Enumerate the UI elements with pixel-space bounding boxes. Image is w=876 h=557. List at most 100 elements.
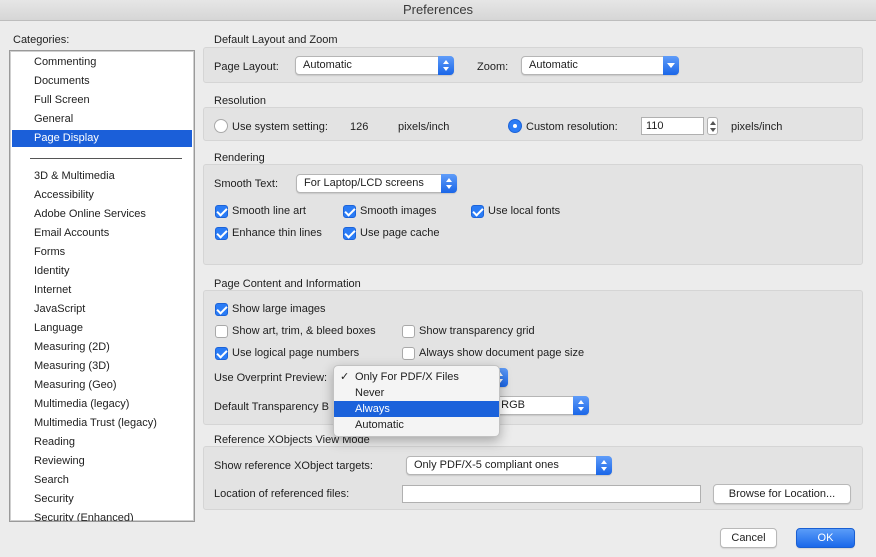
- category-commenting[interactable]: Commenting: [12, 54, 192, 71]
- use-logical-numbers-label: Use logical page numbers: [232, 347, 360, 359]
- panel-layout-zoom: Page Layout: Automatic Zoom: Automatic: [203, 47, 863, 83]
- category-forms[interactable]: Forms: [12, 244, 192, 261]
- cancel-button[interactable]: Cancel: [720, 528, 777, 548]
- enhance-thin-lines-checkbox[interactable]: [215, 227, 228, 240]
- category-measuring-3d[interactable]: Measuring (3D): [12, 358, 192, 375]
- category-adobe-online-services[interactable]: Adobe Online Services: [12, 206, 192, 223]
- menu-item-label: Automatic: [355, 419, 404, 431]
- smooth-line-art-checkbox[interactable]: [215, 205, 228, 218]
- smooth-images-label: Smooth images: [360, 205, 437, 217]
- smooth-text-popup[interactable]: For Laptop/LCD screens: [296, 174, 457, 193]
- overprint-preview-menu[interactable]: ✓ Only For PDF/X Files Never Always Auto…: [333, 365, 500, 437]
- category-page-display[interactable]: Page Display: [12, 130, 192, 147]
- category-3d-multimedia[interactable]: 3D & Multimedia: [12, 168, 192, 185]
- custom-resolution-radio[interactable]: [508, 119, 522, 133]
- category-measuring-geo[interactable]: Measuring (Geo): [12, 377, 192, 394]
- panel-xobjects: Show reference XObject targets: Only PDF…: [203, 446, 863, 510]
- browse-location-button[interactable]: Browse for Location...: [713, 484, 851, 504]
- use-local-fonts-label: Use local fonts: [488, 205, 561, 217]
- show-transparency-grid-checkbox[interactable]: [402, 325, 415, 338]
- ok-button[interactable]: OK: [796, 528, 855, 548]
- category-email-accounts[interactable]: Email Accounts: [12, 225, 192, 242]
- page-layout-popup[interactable]: Automatic: [295, 56, 454, 75]
- show-art-trim-checkbox[interactable]: [215, 325, 228, 338]
- show-large-images-checkbox[interactable]: [215, 303, 228, 316]
- menu-item-label: Always: [355, 403, 390, 415]
- menu-item-label: Only For PDF/X Files: [355, 371, 459, 383]
- section-title-layout-zoom: Default Layout and Zoom: [214, 34, 338, 46]
- menu-item-never[interactable]: Never: [334, 385, 499, 401]
- use-page-cache-label: Use page cache: [360, 227, 440, 239]
- use-local-fonts-checkbox[interactable]: [471, 205, 484, 218]
- category-reading[interactable]: Reading: [12, 434, 192, 451]
- category-multimedia-legacy[interactable]: Multimedia (legacy): [12, 396, 192, 413]
- category-search[interactable]: Search: [12, 472, 192, 489]
- categories-label: Categories:: [13, 34, 70, 46]
- zoom-popup[interactable]: Automatic: [521, 56, 679, 75]
- use-logical-numbers-checkbox[interactable]: [215, 347, 228, 360]
- category-reviewing[interactable]: Reviewing: [12, 453, 192, 470]
- show-transparency-grid-label: Show transparency grid: [419, 325, 535, 337]
- category-general[interactable]: General: [12, 111, 192, 128]
- system-resolution-value: 126: [350, 121, 369, 133]
- category-multimedia-trust-legacy[interactable]: Multimedia Trust (legacy): [12, 415, 192, 432]
- category-full-screen[interactable]: Full Screen: [12, 92, 192, 109]
- panel-resolution: Use system setting: 126 pixels/inch Cust…: [203, 107, 863, 141]
- zoom-value: Automatic: [529, 59, 578, 71]
- referenced-files-label: Location of referenced files:: [214, 488, 350, 500]
- show-art-trim-label: Show art, trim, & bleed boxes: [232, 325, 376, 337]
- updown-chevron-icon: [573, 396, 589, 415]
- category-security[interactable]: Security: [12, 491, 192, 508]
- page-layout-label: Page Layout:: [214, 61, 279, 73]
- updown-chevron-icon: [438, 56, 454, 75]
- custom-resolution-stepper[interactable]: [707, 117, 718, 135]
- page-layout-value: Automatic: [303, 59, 352, 71]
- custom-resolution-unit: pixels/inch: [731, 121, 783, 133]
- updown-chevron-icon: [441, 174, 457, 193]
- chevron-down-icon: [663, 56, 679, 75]
- always-show-size-checkbox[interactable]: [402, 347, 415, 360]
- smooth-text-value: For Laptop/LCD screens: [304, 177, 424, 189]
- overprint-preview-label: Use Overprint Preview:: [214, 372, 328, 384]
- panel-rendering: Smooth Text: For Laptop/LCD screens Smoo…: [203, 164, 863, 265]
- always-show-size-label: Always show document page size: [419, 347, 585, 359]
- category-language[interactable]: Language: [12, 320, 192, 337]
- system-setting-radio[interactable]: [214, 119, 228, 133]
- referenced-files-input[interactable]: [402, 485, 701, 503]
- zoom-label: Zoom:: [477, 61, 509, 73]
- system-setting-label: Use system setting:: [232, 121, 328, 133]
- category-measuring-2d[interactable]: Measuring (2D): [12, 339, 192, 356]
- panel-page-content: Show large images Show art, trim, & blee…: [203, 290, 863, 425]
- menu-item-label: Never: [355, 387, 385, 399]
- smooth-text-label: Smooth Text:: [214, 178, 278, 190]
- categories-list[interactable]: Commenting Documents Full Screen General…: [9, 50, 195, 522]
- smooth-images-checkbox[interactable]: [343, 205, 356, 218]
- custom-resolution-input[interactable]: 110: [641, 117, 704, 135]
- category-accessibility[interactable]: Accessibility: [12, 187, 192, 204]
- xobject-targets-popup[interactable]: Only PDF/X-5 compliant ones: [406, 456, 612, 475]
- window-title-bar: Preferences: [0, 0, 876, 21]
- menu-item-only-pdfx[interactable]: ✓ Only For PDF/X Files: [334, 369, 499, 385]
- show-large-images-label: Show large images: [232, 303, 326, 315]
- category-internet[interactable]: Internet: [12, 282, 192, 299]
- default-transparency-label: Default Transparency B: [214, 401, 329, 413]
- updown-chevron-icon: [596, 456, 612, 475]
- category-javascript[interactable]: JavaScript: [12, 301, 192, 318]
- category-documents[interactable]: Documents: [12, 73, 192, 90]
- menu-item-always[interactable]: Always: [334, 401, 499, 417]
- category-security-enhanced[interactable]: Security (Enhanced): [12, 510, 192, 521]
- system-resolution-unit: pixels/inch: [398, 121, 450, 133]
- section-title-resolution: Resolution: [214, 95, 266, 107]
- category-separator: [30, 158, 182, 159]
- custom-resolution-label: Custom resolution:: [526, 121, 618, 133]
- menu-item-automatic[interactable]: Automatic: [334, 417, 499, 433]
- xobject-targets-value: Only PDF/X-5 compliant ones: [414, 459, 559, 471]
- category-identity[interactable]: Identity: [12, 263, 192, 280]
- xobject-targets-label: Show reference XObject targets:: [214, 460, 373, 472]
- enhance-thin-lines-label: Enhance thin lines: [232, 227, 322, 239]
- checkmark-icon: ✓: [340, 371, 350, 383]
- section-title-page-content: Page Content and Information: [214, 278, 361, 290]
- section-title-rendering: Rendering: [214, 152, 265, 164]
- window-title: Preferences: [402, 2, 474, 17]
- use-page-cache-checkbox[interactable]: [343, 227, 356, 240]
